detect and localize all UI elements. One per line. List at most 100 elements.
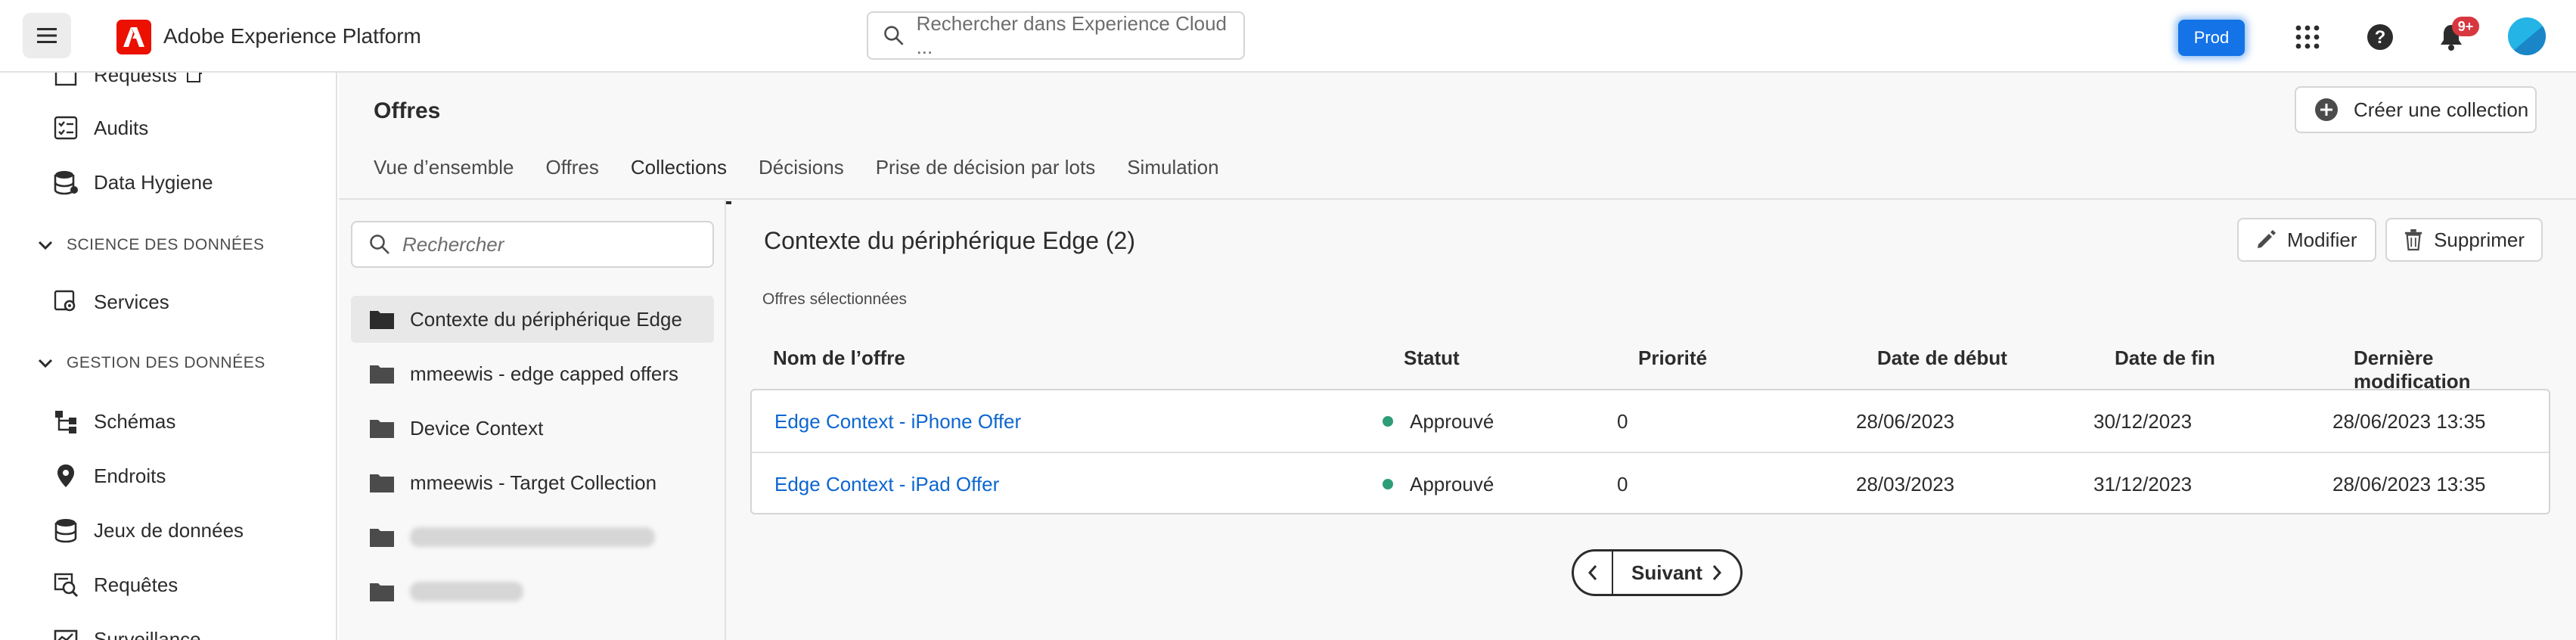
collection-item-label: Device Context <box>410 416 544 440</box>
folder-icon <box>370 365 394 384</box>
app-title[interactable]: Adobe Experience Platform <box>163 24 421 48</box>
sidebar-item-datasets[interactable]: Jeux de données <box>53 511 244 549</box>
sidebar-item-label: Audits <box>94 116 149 139</box>
next-page-button[interactable]: Suivant <box>1613 561 1740 585</box>
tab-collections[interactable]: Collections <box>625 156 732 204</box>
end-date-cell: 31/12/2023 <box>2093 473 2193 496</box>
page-title: Offres <box>374 98 441 123</box>
global-search-placeholder: Rechercher dans Experience Cloud ... <box>916 12 1227 58</box>
collection-title: Contexte du périphérique Edge (2) <box>764 227 1135 254</box>
table-row[interactable]: Edge Context - iPhone Offer Approuvé 0 2… <box>752 390 2549 452</box>
adobe-logo-icon[interactable] <box>116 20 151 54</box>
table-row[interactable]: Edge Context - iPad Offer Approuvé 0 28/… <box>752 452 2549 513</box>
collection-item-label: mmeewis - Target Collection <box>410 471 657 494</box>
apps-grid-button[interactable] <box>2290 20 2325 54</box>
section-header-data-management[interactable]: GESTION DES DONNÉES <box>38 354 265 372</box>
priority-cell: 0 <box>1617 410 1628 433</box>
sidebar-item-label: Endroits <box>94 464 166 487</box>
collection-item-label: Contexte du périphérique Edge <box>410 307 682 331</box>
column-header-priority[interactable]: Priorité <box>1638 346 1707 370</box>
main-content: Offres Créer une collection Vue d’ensemb… <box>339 73 2576 640</box>
offer-name-link[interactable]: Edge Context - iPhone Offer <box>774 410 1021 433</box>
trash-icon <box>2404 229 2422 251</box>
sidebar-item-data-hygiene[interactable]: Data Hygiene <box>53 163 213 201</box>
previous-page-button[interactable] <box>1574 551 1613 594</box>
delete-button[interactable]: Supprimer <box>2385 218 2543 262</box>
pencil-icon <box>2258 230 2276 248</box>
tab-offers[interactable]: Offres <box>546 156 599 204</box>
sidebar-item-label: Jeux de données <box>94 518 244 542</box>
collection-item-redacted[interactable] <box>351 568 714 615</box>
user-avatar[interactable] <box>2508 17 2546 55</box>
edit-label: Modifier <box>2287 228 2357 251</box>
redacted-label <box>410 582 523 601</box>
help-button[interactable]: ? <box>2363 20 2398 54</box>
monitor-icon <box>54 629 78 640</box>
query-icon <box>54 573 79 598</box>
selected-offers-heading: Offres sélectionnées <box>762 290 908 308</box>
column-header-name[interactable]: Nom de l’offre <box>773 346 905 370</box>
column-header-status[interactable]: Statut <box>1404 346 1460 370</box>
status-dot <box>1383 416 1393 427</box>
collection-search-placeholder: Rechercher <box>402 232 504 256</box>
folder-icon <box>370 529 394 547</box>
sidebar-item-queries[interactable]: Requêtes <box>53 566 178 604</box>
tab-decisions[interactable]: Décisions <box>759 156 844 204</box>
global-search-input[interactable]: Rechercher dans Experience Cloud ... <box>867 11 1245 60</box>
hamburger-menu-button[interactable] <box>23 13 71 58</box>
collection-item[interactable]: Device Context <box>351 405 714 452</box>
collection-search-input[interactable]: Rechercher <box>351 221 714 268</box>
sidebar-item-locations[interactable]: Endroits <box>53 457 166 495</box>
edit-button[interactable]: Modifier <box>2237 218 2376 262</box>
chevron-right-icon <box>1712 565 1721 580</box>
delete-label: Supprimer <box>2434 228 2525 251</box>
sidebar-item-label: Schémas <box>94 409 176 433</box>
offer-name-link[interactable]: Edge Context - iPad Offer <box>774 473 999 496</box>
add-circle-icon <box>2315 98 2338 121</box>
column-header-end-date[interactable]: Date de fin <box>2115 346 2215 370</box>
search-icon <box>884 26 904 45</box>
collection-item-label: mmeewis - edge capped offers <box>410 362 679 385</box>
status-text: Approuvé <box>1410 473 1494 496</box>
database-icon <box>54 519 77 543</box>
list-icon <box>54 73 77 86</box>
external-link-icon <box>186 73 202 82</box>
column-header-last-modified[interactable]: Dernière modification <box>2354 346 2549 393</box>
sidebar-item-audits[interactable]: Audits <box>53 109 148 147</box>
sidebar-item-label: Requêtes <box>94 573 178 596</box>
search-icon <box>370 235 390 254</box>
status-text: Approuvé <box>1410 410 1494 433</box>
sidebar-item-services[interactable]: Services <box>53 283 169 321</box>
collection-item[interactable]: mmeewis - Target Collection <box>351 459 714 506</box>
status-cell: Approuvé <box>1383 473 1494 496</box>
collection-item[interactable]: Contexte du périphérique Edge <box>351 296 714 343</box>
help-icon: ? <box>2367 24 2393 50</box>
sidebar-item-label: Data Hygiene <box>94 170 213 194</box>
sidebar-item-requests[interactable]: Requests <box>53 73 203 94</box>
end-date-cell: 30/12/2023 <box>2093 410 2193 433</box>
collection-item-redacted[interactable] <box>351 514 714 561</box>
left-nav-sidebar: Requests Audits Data Hygiene SCIENCE DES… <box>0 73 337 640</box>
chevron-down-icon <box>38 241 53 250</box>
sidebar-item-label: Services <box>94 290 169 313</box>
apps-grid-icon <box>2295 25 2320 49</box>
hamburger-icon <box>37 28 57 43</box>
collection-detail-pane: Contexte du périphérique Edge (2) Modifi… <box>728 200 2576 640</box>
column-header-start-date[interactable]: Date de début <box>1877 346 2007 370</box>
last-modified-cell: 28/06/2023 13:35 <box>2332 410 2486 433</box>
environment-badge[interactable]: Prod <box>2178 20 2245 56</box>
create-collection-label: Créer une collection <box>2354 98 2529 121</box>
sidebar-item-schemas[interactable]: Schémas <box>53 402 175 440</box>
sidebar-item-monitoring[interactable]: Surveillance <box>53 620 201 640</box>
tab-bar: Vue d’ensemble Offres Collections Décisi… <box>374 156 1251 204</box>
tab-overview[interactable]: Vue d’ensemble <box>374 156 514 204</box>
gear-icon <box>54 290 76 312</box>
sidebar-item-label: Surveillance <box>94 627 201 640</box>
section-header-data-science[interactable]: SCIENCE DES DONNÉES <box>38 236 265 254</box>
collection-item[interactable]: mmeewis - edge capped offers <box>351 350 714 397</box>
priority-cell: 0 <box>1617 473 1628 496</box>
tab-simulation[interactable]: Simulation <box>1127 156 1218 204</box>
tab-batch-decisioning[interactable]: Prise de décision par lots <box>876 156 1095 204</box>
create-collection-button[interactable]: Créer une collection <box>2295 86 2537 133</box>
folder-icon <box>370 311 394 329</box>
